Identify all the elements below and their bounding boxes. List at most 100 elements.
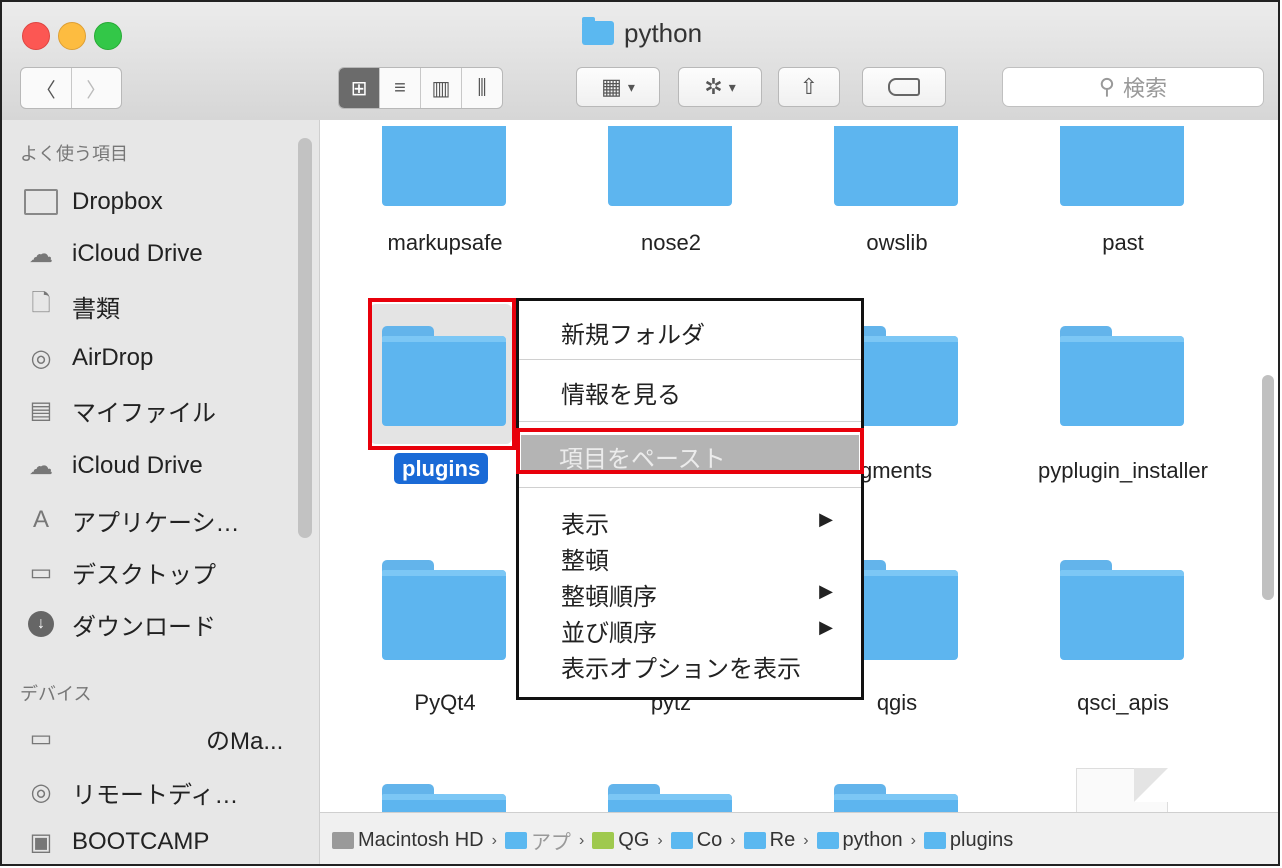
list-view-button[interactable]: ≡: [380, 68, 421, 108]
download-icon: ↓: [24, 609, 58, 639]
folder-icon[interactable]: [1060, 126, 1184, 206]
minimize-button[interactable]: [58, 22, 86, 50]
path-item-macintosh-hd[interactable]: Macintosh HD: [332, 829, 484, 852]
sidebar-item-label: アプリケーシ…: [72, 509, 240, 537]
sidebar-item-bootcamp[interactable]: ▣ BOOTCAMP: [24, 822, 210, 862]
sidebar-item-remote-disc[interactable]: ◎ リモートディ…: [24, 772, 239, 812]
path-item-contents[interactable]: Co: [670, 829, 722, 852]
file-label[interactable]: qsci_apis: [1038, 690, 1208, 716]
path-item-resources[interactable]: Re: [743, 829, 795, 852]
path-item-applications[interactable]: アプ: [504, 826, 571, 855]
laptop-icon: ▭: [29, 724, 53, 752]
documents-icon: 🗋: [31, 289, 51, 317]
file-label-selected[interactable]: plugins: [394, 453, 489, 484]
menu-item-show-view-options[interactable]: 表示オプションを表示: [561, 649, 801, 684]
favorites-header: よく使う項目: [20, 144, 128, 164]
file-label[interactable]: nose2: [586, 230, 756, 256]
sidebar-item-macbook[interactable]: ▭ のMa...: [24, 718, 284, 758]
tag-icon: [888, 78, 920, 96]
sidebar-item-label: Dropbox: [72, 188, 163, 215]
menu-item-sort-by[interactable]: 並び順序: [561, 613, 657, 648]
file-label[interactable]: owslib: [812, 230, 982, 256]
folder-icon[interactable]: [382, 126, 506, 206]
drive-icon: ▣: [29, 828, 53, 856]
menu-item-view[interactable]: 表示: [561, 505, 609, 540]
file-label[interactable]: gments: [860, 458, 932, 484]
folder-icon[interactable]: [1060, 326, 1184, 426]
hard-drive-icon: [332, 832, 354, 849]
coverflow-view-button[interactable]: ⫼: [462, 68, 502, 108]
folder-icon[interactable]: [382, 560, 506, 660]
path-item-qgis[interactable]: QG: [592, 829, 649, 852]
sidebar-item-all-my-files[interactable]: ▤ マイファイル: [24, 390, 216, 430]
menu-item-paste-item[interactable]: 項目をペースト: [521, 435, 859, 473]
path-separator: ›: [730, 831, 736, 849]
path-item-plugins[interactable]: plugins: [923, 829, 1013, 852]
window-title: python: [582, 16, 702, 50]
close-button[interactable]: [22, 22, 50, 50]
back-button[interactable]: 〈: [21, 68, 72, 108]
file-label[interactable]: pyplugin_installer: [1008, 458, 1238, 484]
chevron-right-icon: 〉: [86, 79, 107, 102]
sidebar-item-downloads[interactable]: ↓ ダウンロード: [24, 604, 216, 644]
tags-button[interactable]: [862, 67, 946, 107]
applications-folder-icon: [504, 832, 527, 849]
forward-button[interactable]: 〉: [72, 68, 122, 108]
action-button[interactable]: ✲ ▾: [678, 67, 762, 107]
finder-window: python 〈 〉 ⊞ ≡ ▥ ⫼ ▦ ▾ ✲ ▾ ⇧ ⚲ 検索 よく使う項目…: [0, 0, 1280, 866]
search-field[interactable]: ⚲ 検索: [1002, 67, 1264, 107]
sidebar-item-icloud-drive-2[interactable]: ☁ iCloud Drive: [24, 446, 203, 486]
search-placeholder: 検索: [1123, 76, 1168, 101]
path-separator: ›: [657, 831, 663, 849]
coverflow-icon: ⫼: [477, 76, 487, 99]
sidebar-item-label: ダウンロード: [72, 613, 216, 641]
path-separator: ›: [803, 831, 809, 849]
qgis-icon: [592, 832, 615, 849]
sidebar-item-label: BOOTCAMP: [72, 828, 210, 855]
context-menu: 新規フォルダ 情報を見る 項目をペースト 表示 ▶ 整頓 整頓順序 ▶ 並び順序…: [516, 298, 864, 700]
path-separator: ›: [910, 831, 916, 849]
sidebar-item-label: 書類: [72, 295, 120, 323]
folder-icon[interactable]: [1060, 560, 1184, 660]
icon-view-button[interactable]: ⊞: [339, 68, 380, 108]
sidebar: よく使う項目 Dropbox ☁ iCloud Drive 🗋 書類 ◎ Air…: [2, 120, 320, 864]
file-label[interactable]: past: [1038, 230, 1208, 256]
sidebar-item-applications[interactable]: A アプリケーシ…: [24, 500, 240, 540]
sidebar-item-label: デスクトップ: [72, 561, 216, 589]
arrange-icon: ▦: [601, 74, 622, 99]
content-scrollbar[interactable]: [1262, 375, 1274, 600]
menu-item-get-info[interactable]: 情報を見る: [561, 375, 681, 410]
column-view-button[interactable]: ▥: [421, 68, 462, 108]
folder-icon: [816, 832, 839, 849]
applications-icon: A: [32, 506, 49, 533]
path-item-python[interactable]: python: [816, 829, 903, 852]
toolbar: python 〈 〉 ⊞ ≡ ▥ ⫼ ▦ ▾ ✲ ▾ ⇧ ⚲ 検索: [2, 2, 1278, 121]
zoom-button[interactable]: [94, 22, 122, 50]
file-label[interactable]: PyQt4: [360, 690, 530, 716]
menu-item-clean-up-by[interactable]: 整頓順序: [561, 577, 657, 612]
file-label[interactable]: markupsafe: [360, 230, 530, 256]
devices-header: デバイス: [20, 684, 92, 704]
menu-separator: [519, 421, 861, 422]
folder-icon[interactable]: [382, 326, 506, 426]
sidebar-item-desktop[interactable]: ▭ デスクトップ: [24, 552, 216, 592]
sidebar-item-documents[interactable]: 🗋 書類: [24, 286, 120, 326]
sidebar-item-icloud-drive[interactable]: ☁ iCloud Drive: [24, 234, 203, 274]
submenu-arrow-icon: ▶: [819, 581, 833, 601]
menu-item-new-folder[interactable]: 新規フォルダ: [561, 315, 705, 350]
folder-icon[interactable]: [608, 126, 732, 206]
folder-icon: [24, 187, 58, 217]
folder-icon: [923, 832, 946, 849]
view-mode-switcher: ⊞ ≡ ▥ ⫼: [338, 67, 503, 109]
arrange-button[interactable]: ▦ ▾: [576, 67, 660, 107]
all-files-icon: ▤: [29, 396, 53, 424]
folder-icon: [670, 832, 693, 849]
sidebar-scrollbar[interactable]: [298, 138, 312, 538]
share-button[interactable]: ⇧: [778, 67, 840, 107]
menu-item-clean-up[interactable]: 整頓: [561, 541, 609, 576]
sidebar-item-airdrop[interactable]: ◎ AirDrop: [24, 338, 154, 378]
sidebar-item-dropbox[interactable]: Dropbox: [24, 182, 163, 222]
folder-icon[interactable]: [834, 126, 958, 206]
desktop-icon: ▭: [29, 558, 53, 586]
chevron-down-icon: ▾: [627, 78, 635, 95]
